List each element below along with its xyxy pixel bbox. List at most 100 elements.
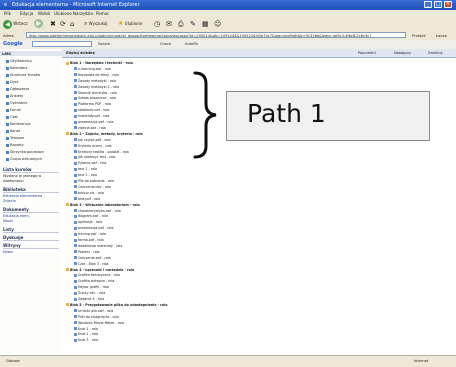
menu-file[interactable]: Plik <box>4 11 11 16</box>
tree-row[interactable]: Platforma PDF - rola <box>74 102 111 106</box>
history-icon[interactable]: ◷ <box>154 19 162 29</box>
refresh-icon[interactable]: ⟳ <box>60 19 68 29</box>
previous-button[interactable]: Poprzedni <box>358 51 376 55</box>
stop-icon[interactable]: ✖ <box>50 19 58 29</box>
sidebar-item-reports[interactable]: Raporty <box>6 143 24 148</box>
documents-item-2[interactable]: Nauki <box>3 219 13 223</box>
tree-row[interactable]: Grafika tematyczna - rola <box>74 273 120 277</box>
tree-row[interactable]: Zrzuty ekr. - rola <box>74 291 105 295</box>
tree-row[interactable]: charakterystyka.swf - rola <box>74 209 121 213</box>
menu-view[interactable]: Widok <box>38 11 50 16</box>
sidebar-item-mailbox[interactable]: Skrzynka pocztowa <box>6 150 44 155</box>
google-search-input[interactable] <box>32 41 92 47</box>
tree-row[interactable]: arkusz.xls - rola <box>74 191 104 195</box>
tree-row[interactable]: Krok 3 - rola <box>74 338 98 342</box>
next-button[interactable]: Następny <box>394 51 411 55</box>
tree-row[interactable]: Edytor grafik - rola <box>74 285 109 289</box>
sidebar-item-tests[interactable]: Testowe <box>6 136 24 141</box>
tree-row[interactable]: Plik do pobrania - rola <box>74 179 114 183</box>
sidebar-item-surveys[interactable]: Ankiety <box>6 94 23 99</box>
sidebar-item-virtual-groups[interactable]: Grupa wirtualnych <box>6 157 42 162</box>
tree-row[interactable]: Pobierz - rola <box>74 250 100 254</box>
edit-icon[interactable]: ✎ <box>190 19 198 29</box>
minimize-button[interactable]: _ <box>424 1 432 8</box>
mail-icon[interactable]: ✉ <box>166 19 174 29</box>
tree-row[interactable]: Krok 1 - rola <box>74 327 98 331</box>
back-button[interactable]: ◀ Wstecz <box>3 19 31 29</box>
tree-row[interactable]: Windows Movie Maker - rola <box>74 321 124 325</box>
tree-row[interactable]: materiały.swf - rola <box>74 114 109 118</box>
documents-item-1[interactable]: Edukacja elem. <box>3 214 30 218</box>
tree-row[interactable]: test.pdf - rola <box>74 197 100 201</box>
tree-row[interactable]: forma.pdf - rola <box>74 238 104 242</box>
tree-row[interactable]: prezentacja.swf - rola <box>74 120 113 124</box>
tree-row[interactable]: prezentacja.swf - rola <box>74 226 113 230</box>
sidebar-item-conference[interactable]: Konferencja <box>6 122 31 127</box>
google-search-button[interactable]: Search <box>98 42 110 46</box>
tree-row[interactable]: Blok 4 - Łączność i narzędzia - rola <box>66 268 134 272</box>
tree-row[interactable]: zdjęcia.swf - rola <box>74 126 106 130</box>
favorites-button[interactable]: ★ Ulubione <box>118 19 150 29</box>
tree-row[interactable]: Szkoła prawnicze - rola <box>74 96 116 100</box>
tree-row[interactable]: szkolenie.swf - rola <box>74 108 109 112</box>
tree-row[interactable]: Pliki do ściągnięcia - rola <box>74 315 119 319</box>
tree-row[interactable]: Grafika wstępna - rola <box>74 279 114 283</box>
go-button[interactable]: Przejdź <box>412 33 426 38</box>
close-window-button[interactable]: × <box>444 1 452 8</box>
library-item-1[interactable]: Edukacja elementarna <box>3 194 42 198</box>
google-autofill-button[interactable]: AutoFill <box>185 42 198 46</box>
tree-row[interactable]: Kreatory testów - podział - rola <box>74 150 129 154</box>
print-icon[interactable]: ⎙ <box>178 19 186 29</box>
tree-row[interactable]: Jak stworzyć test - rola <box>74 155 115 159</box>
tree-row[interactable]: Czat - Blok 3 - rola <box>74 262 108 266</box>
tree-row[interactable]: aplikacja - rola <box>74 220 102 224</box>
tree-row[interactable]: Blok 1 - Narzędzia i techniki - rola <box>66 61 133 65</box>
menu-edit[interactable]: Edycja <box>20 11 33 16</box>
tree-row[interactable]: Zadanie 4 - rola <box>74 297 104 301</box>
tree-row[interactable]: Blok 3 - Wirtualne laboratorium - rola <box>66 203 140 207</box>
address-input[interactable]: http://www.platformlmsedukacji.edu.pl/ad… <box>26 32 406 38</box>
sidebar-item-channel[interactable]: Kanał <box>6 129 20 134</box>
tree-row[interactable]: Pytania.swf - rola <box>74 161 106 165</box>
tree-row[interactable]: trening.swf - rola <box>74 232 106 236</box>
sidebar-item-disk[interactable]: Dysk <box>6 80 19 85</box>
tree-row[interactable]: diagram.swf - rola <box>74 214 108 218</box>
close-button[interactable]: Zamknij <box>428 51 443 55</box>
tree-row[interactable]: Krok 2 - rola <box>74 332 98 336</box>
tree-row[interactable]: Ćwiczenie.swf - rola <box>74 256 111 260</box>
tree-row[interactable]: Zasady metodyki - rola <box>74 79 116 83</box>
sidebar-item-users[interactable]: Użytkownicy <box>6 59 32 64</box>
messenger-icon[interactable]: ☺ <box>214 19 222 29</box>
tree-row[interactable]: Blok 2 - Zajęcia, metody, kryteria - rol… <box>66 132 143 136</box>
tree-row[interactable]: Słownik terminów - rola <box>74 91 117 95</box>
sidebar-item-chat[interactable]: Czat <box>6 115 18 120</box>
tree-row[interactable]: Blok 5 - Przygotowanie pliku do udostępn… <box>66 303 167 307</box>
links-button[interactable]: Łącza <box>436 33 447 38</box>
menu-help[interactable]: Pomoc <box>96 11 109 16</box>
sidebar-item-announcements[interactable]: Ogłoszenia <box>6 87 29 92</box>
search-button[interactable]: ⌕ Wyszukaj <box>84 19 114 29</box>
sidebar-item-forum[interactable]: Forum <box>6 108 21 113</box>
tree-row[interactable]: test 2 - rola <box>74 173 97 177</box>
maximize-button[interactable]: □ <box>434 1 442 8</box>
tree-row[interactable]: Kryteria oceny - rola <box>74 144 112 148</box>
menu-favorites[interactable]: Ulubione <box>54 11 72 16</box>
tree-row[interactable]: Umieść plik.swf - rola <box>74 309 113 313</box>
sidebar-item-grading[interactable]: Ocenianie <box>6 101 28 106</box>
forward-button[interactable]: ▶ <box>34 19 44 29</box>
sites-item-1[interactable]: Nowa <box>3 250 13 254</box>
tree-row[interactable]: dodatkowe materiały - rola <box>74 244 122 248</box>
sidebar-item-structure[interactable]: Struktura Kursów <box>6 73 40 78</box>
home-icon[interactable]: ⌂ <box>70 19 78 29</box>
tree-row[interactable]: Jak czytać.pdf - rola <box>74 138 111 142</box>
tree-row[interactable]: Zasady metodyki 2 - rola <box>74 85 119 89</box>
tree-row[interactable]: e-learning.swf - rola <box>74 67 111 71</box>
google-check-button[interactable]: Check <box>160 42 171 46</box>
library-item-2[interactable]: Zdjęcia <box>3 199 16 203</box>
tree-row[interactable]: Ćwiczenia.doc - rola <box>74 185 111 189</box>
tree-row[interactable]: test 1 - rola <box>74 167 97 171</box>
sidebar-item-calendar[interactable]: Kalendarz <box>6 66 27 71</box>
tree-row[interactable]: Narzędzia do lekcji - rola <box>74 73 119 77</box>
menu-tools[interactable]: Narzędzia <box>73 11 93 16</box>
discuss-icon[interactable]: ▦ <box>202 19 210 29</box>
